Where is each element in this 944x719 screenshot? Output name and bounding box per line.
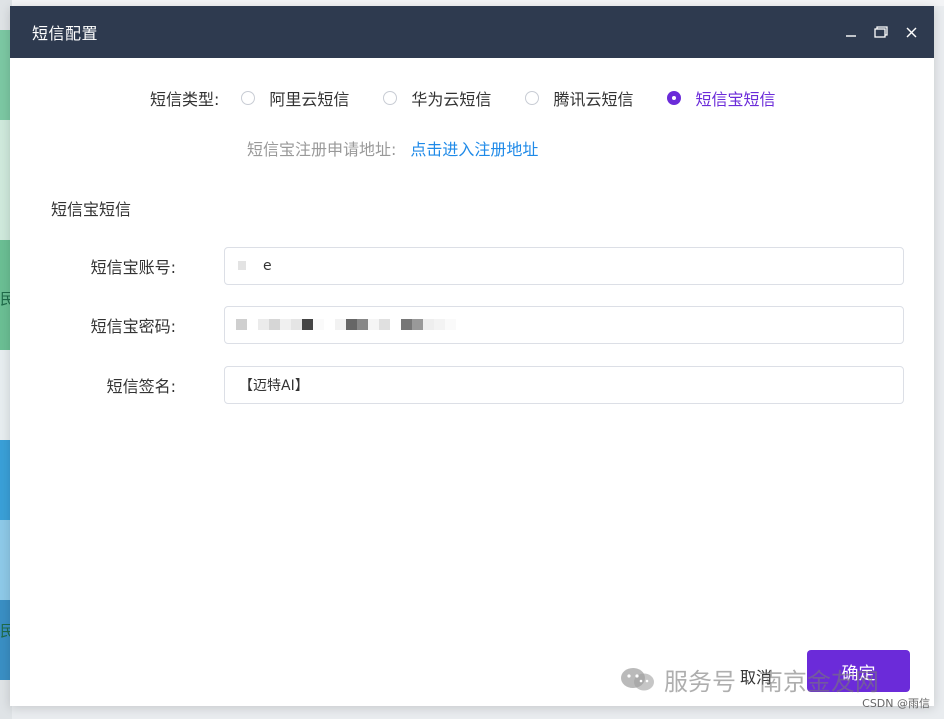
maximize-icon	[874, 26, 888, 38]
dialog-titlebar: 短信配置	[10, 6, 934, 58]
register-row: 短信宝注册申请地址: 点击进入注册地址	[247, 136, 538, 160]
sms-config-dialog: 短信配置 短信类型: 阿里云短信 华为云短信 腾讯云短信 短信宝短信 短信宝注册…	[10, 6, 934, 706]
window-controls	[836, 6, 926, 58]
account-input[interactable]	[224, 247, 904, 285]
signature-row: 短信签名:	[10, 366, 934, 404]
close-icon	[906, 27, 916, 37]
radio-button[interactable]	[241, 91, 256, 105]
signature-input[interactable]	[224, 366, 904, 404]
password-row: 短信宝密码:	[10, 306, 934, 344]
confirm-button[interactable]: 确定	[807, 650, 910, 692]
close-button[interactable]	[896, 17, 926, 47]
dialog-title: 短信配置	[32, 24, 99, 43]
radio-button[interactable]	[525, 91, 540, 105]
radio-button-selected[interactable]	[667, 91, 682, 105]
radio-option-huawei[interactable]: 华为云短信	[383, 86, 491, 110]
radio-option-aliyun[interactable]: 阿里云短信	[241, 86, 349, 110]
minimize-button[interactable]	[836, 17, 866, 47]
radio-label: 华为云短信	[411, 90, 492, 109]
radio-label: 腾讯云短信	[553, 90, 634, 109]
radio-button[interactable]	[383, 91, 398, 105]
section-title: 短信宝短信	[51, 200, 132, 219]
radio-label: 阿里云短信	[269, 90, 350, 109]
watermark-credit: CSDN @雨信	[862, 697, 930, 710]
password-redaction	[236, 319, 467, 330]
cancel-button[interactable]: 取消	[740, 664, 772, 688]
maximize-button[interactable]	[866, 17, 896, 47]
radio-label: 短信宝短信	[695, 90, 776, 109]
account-redaction	[238, 261, 246, 270]
sms-type-label: 短信类型:	[150, 90, 220, 109]
radio-option-tencent[interactable]: 腾讯云短信	[525, 86, 633, 110]
signature-label: 短信签名:	[106, 377, 176, 396]
register-label: 短信宝注册申请地址:	[247, 140, 397, 159]
register-link[interactable]: 点击进入注册地址	[410, 136, 538, 160]
sms-type-row: 短信类型: 阿里云短信 华为云短信 腾讯云短信 短信宝短信	[150, 86, 809, 110]
password-label: 短信宝密码:	[90, 317, 176, 336]
account-label: 短信宝账号:	[90, 258, 176, 277]
radio-option-smsbao[interactable]: 短信宝短信	[667, 86, 775, 110]
account-row: 短信宝账号:	[10, 247, 934, 285]
minimize-icon	[846, 35, 856, 37]
